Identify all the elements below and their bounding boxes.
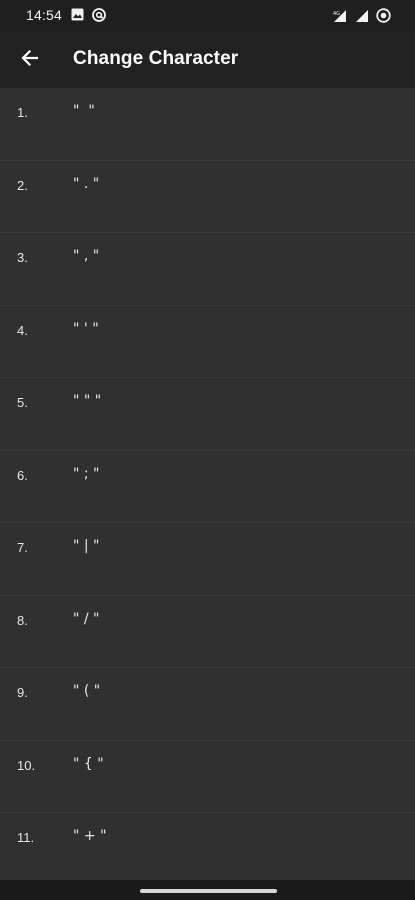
arrow-left-icon xyxy=(20,48,40,73)
item-character: " / " xyxy=(73,610,100,627)
item-index: 6. xyxy=(17,467,28,483)
list-item[interactable]: 10. " { " xyxy=(0,741,415,813)
item-index: 7. xyxy=(17,540,28,555)
item-index: 1. xyxy=(17,105,28,120)
home-gesture-handle[interactable] xyxy=(140,889,277,893)
page-title: Change Character xyxy=(73,48,239,69)
cell-signal-icon xyxy=(355,9,369,28)
app-bar: Change Character xyxy=(0,32,415,88)
item-character: " { " xyxy=(73,755,104,772)
item-index: 3. xyxy=(17,250,28,265)
item-index: 10. xyxy=(17,757,36,773)
item-character: " ( " xyxy=(73,683,101,699)
signal-4g-icon: 4G xyxy=(332,9,348,28)
navigation-bar xyxy=(0,880,415,900)
item-character: " ' " xyxy=(73,320,99,337)
item-character: " + " xyxy=(73,828,107,844)
list-item[interactable]: 9. " ( " xyxy=(0,668,415,741)
item-index: 4. xyxy=(17,322,28,338)
status-time: 14:54 xyxy=(26,7,63,23)
item-index: 8. xyxy=(17,612,28,628)
list-item[interactable]: 8. " / " xyxy=(0,596,415,668)
item-character: " ; " xyxy=(73,465,100,482)
item-index: 2. xyxy=(17,177,28,193)
item-character: " " " xyxy=(73,393,102,409)
item-character: " , " xyxy=(73,248,100,264)
status-bar: 14:54 4G xyxy=(0,0,415,32)
item-index: 5. xyxy=(17,395,28,410)
back-button[interactable] xyxy=(10,40,50,80)
list-item[interactable]: 1. " " xyxy=(0,88,415,161)
list-item[interactable]: 7. " | " xyxy=(0,523,415,596)
screen: 14:54 4G Change Character 1. " " 2. " . … xyxy=(0,0,415,900)
item-character: " " xyxy=(73,103,95,119)
at-sign-icon xyxy=(92,8,106,27)
list-item[interactable]: 11. " + " xyxy=(0,813,415,886)
image-icon xyxy=(71,8,84,27)
item-character: " . " xyxy=(73,175,100,192)
item-index: 11. xyxy=(17,830,35,845)
status-icons-left xyxy=(71,8,106,27)
character-list: 1. " " 2. " . " 3. " , " 4. " ' " 5. " "… xyxy=(0,88,415,886)
status-icons-right: 4G xyxy=(332,8,391,28)
list-item[interactable]: 5. " " " xyxy=(0,378,415,451)
item-index: 9. xyxy=(17,685,28,700)
svg-text:4G: 4G xyxy=(333,11,340,17)
record-icon xyxy=(376,8,391,28)
list-item[interactable]: 4. " ' " xyxy=(0,306,415,378)
item-character: " | " xyxy=(73,538,100,554)
list-item[interactable]: 2. " . " xyxy=(0,161,415,233)
list-item[interactable]: 3. " , " xyxy=(0,233,415,306)
list-item[interactable]: 6. " ; " xyxy=(0,451,415,523)
